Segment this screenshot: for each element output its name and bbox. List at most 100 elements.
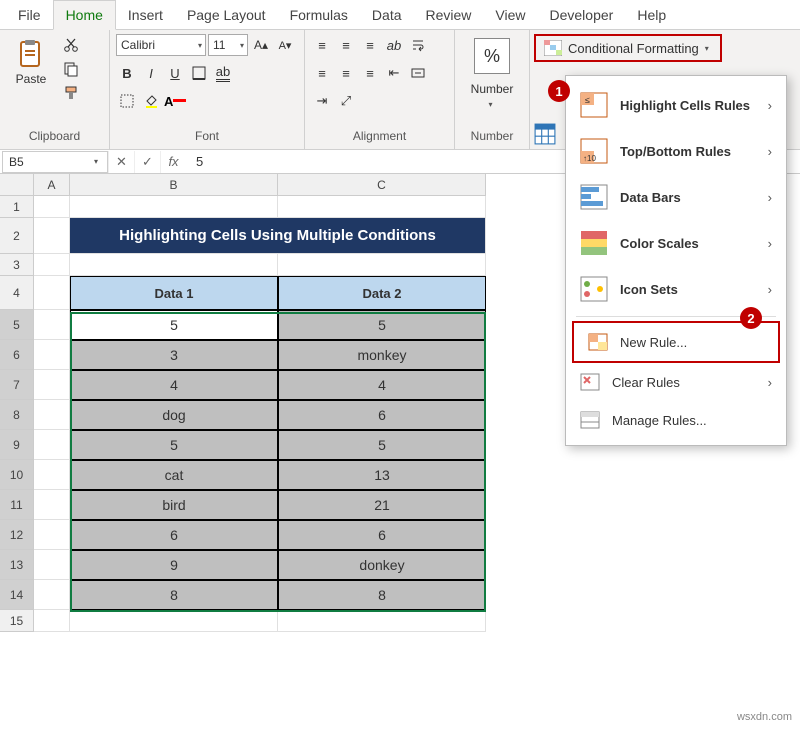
orientation-button[interactable]: ab [383,34,405,56]
cell-A14[interactable] [34,580,70,610]
cell-B14[interactable]: 8 [70,580,278,610]
header-data1[interactable]: Data 1 [70,276,278,310]
merge-button[interactable] [407,62,429,84]
cell-B13[interactable]: 9 [70,550,278,580]
col-header-C[interactable]: C [278,174,486,196]
cell-B5[interactable]: 5 [70,310,278,340]
tab-page-layout[interactable]: Page Layout [175,1,278,29]
cell-B10[interactable]: cat [70,460,278,490]
cell-A12[interactable] [34,520,70,550]
cell-B8[interactable]: dog [70,400,278,430]
font-size-select[interactable]: 11▾ [208,34,248,56]
row-header-15[interactable]: 15 [0,610,34,632]
cell-C11[interactable]: 21 [278,490,486,520]
cell-B6[interactable]: 3 [70,340,278,370]
font-color-button[interactable]: A [164,90,186,112]
cell-A2[interactable] [34,218,70,254]
cell-A1[interactable] [34,196,70,218]
menu-highlight-cells[interactable]: ≤ Highlight Cells Rules › [566,82,786,128]
tab-developer[interactable]: Developer [538,1,626,29]
format-as-table-icon[interactable] [534,123,556,145]
cell-B3[interactable] [70,254,278,276]
cell-C8[interactable]: 6 [278,400,486,430]
row-header-8[interactable]: 8 [0,400,34,430]
menu-clear-rules[interactable]: Clear Rules › [566,363,786,401]
chevron-down-icon[interactable]: ▾ [488,100,492,109]
cell-C7[interactable]: 4 [278,370,486,400]
cell-A5[interactable] [34,310,70,340]
menu-top-bottom[interactable]: ↑10 Top/Bottom Rules › [566,128,786,174]
cell-A7[interactable] [34,370,70,400]
header-data2[interactable]: Data 2 [278,276,486,310]
cell-A8[interactable] [34,400,70,430]
cell-B15[interactable] [70,610,278,632]
row-header-6[interactable]: 6 [0,340,34,370]
row-header-9[interactable]: 9 [0,430,34,460]
tab-review[interactable]: Review [414,1,484,29]
cell-B12[interactable]: 6 [70,520,278,550]
orientation-diag-button[interactable]: ⤢ [335,90,357,112]
row-header-11[interactable]: 11 [0,490,34,520]
enter-formula-button[interactable]: ✓ [134,151,160,173]
cell-C1[interactable] [278,196,486,218]
copy-button[interactable] [60,58,82,80]
double-underline-button[interactable]: ab [212,62,234,84]
cell-A10[interactable] [34,460,70,490]
cell-C14[interactable]: 8 [278,580,486,610]
increase-indent-button[interactable]: ⇥ [311,90,333,112]
align-middle-button[interactable]: ≡ [335,34,357,56]
cell-A6[interactable] [34,340,70,370]
tab-help[interactable]: Help [625,1,678,29]
row-header-2[interactable]: 2 [0,218,34,254]
fill-color-button[interactable] [140,90,162,112]
cell-C3[interactable] [278,254,486,276]
col-header-B[interactable]: B [70,174,278,196]
tab-data[interactable]: Data [360,1,414,29]
cell-C9[interactable]: 5 [278,430,486,460]
decrease-indent-button[interactable]: ⇤ [383,62,405,84]
borders-dropdown[interactable] [116,90,138,112]
cell-A3[interactable] [34,254,70,276]
cell-C5[interactable]: 5 [278,310,486,340]
row-header-14[interactable]: 14 [0,580,34,610]
decrease-font-button[interactable]: A▾ [274,34,296,56]
align-bottom-button[interactable]: ≡ [359,34,381,56]
cell-C6[interactable]: monkey [278,340,486,370]
title-banner[interactable]: Highlighting Cells Using Multiple Condit… [70,218,486,254]
tab-file[interactable]: File [6,1,53,29]
cut-button[interactable] [60,34,82,56]
menu-color-scales[interactable]: Color Scales › [566,220,786,266]
cell-C10[interactable]: 13 [278,460,486,490]
cell-B11[interactable]: bird [70,490,278,520]
tab-insert[interactable]: Insert [116,1,175,29]
align-left-button[interactable]: ≡ [311,62,333,84]
conditional-formatting-button[interactable]: Conditional Formatting ▾ [534,34,722,62]
row-header-4[interactable]: 4 [0,276,34,310]
underline-button[interactable]: U [164,62,186,84]
align-top-button[interactable]: ≡ [311,34,333,56]
cell-A13[interactable] [34,550,70,580]
menu-data-bars[interactable]: Data Bars › [566,174,786,220]
cell-B1[interactable] [70,196,278,218]
increase-font-button[interactable]: A▴ [250,34,272,56]
row-header-10[interactable]: 10 [0,460,34,490]
cell-A11[interactable] [34,490,70,520]
cell-C13[interactable]: donkey [278,550,486,580]
bold-button[interactable]: B [116,62,138,84]
tab-view[interactable]: View [483,1,537,29]
menu-manage-rules[interactable]: Manage Rules... [566,401,786,439]
row-header-7[interactable]: 7 [0,370,34,400]
row-header-5[interactable]: 5 [0,310,34,340]
cell-B7[interactable]: 4 [70,370,278,400]
cell-C12[interactable]: 6 [278,520,486,550]
align-right-button[interactable]: ≡ [359,62,381,84]
border-button[interactable] [188,62,210,84]
cell-C15[interactable] [278,610,486,632]
row-header-12[interactable]: 12 [0,520,34,550]
cell-B9[interactable]: 5 [70,430,278,460]
italic-button[interactable]: I [140,62,162,84]
row-header-13[interactable]: 13 [0,550,34,580]
tab-home[interactable]: Home [53,0,116,30]
name-box[interactable]: B5 ▾ [2,151,108,173]
percent-style-button[interactable]: % [474,38,510,74]
